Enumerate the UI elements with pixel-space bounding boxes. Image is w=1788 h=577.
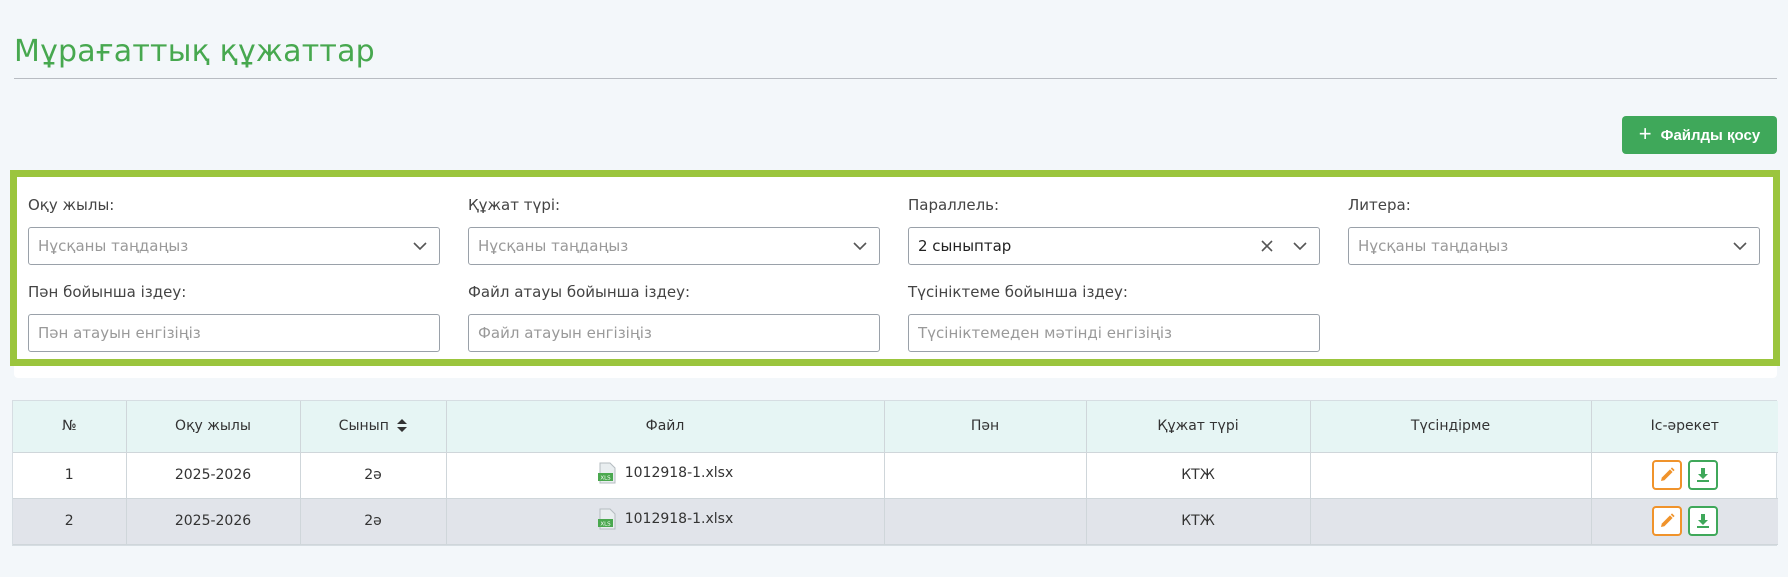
filter-letter-label: Литера:: [1348, 196, 1411, 214]
pencil-icon: [1660, 467, 1675, 481]
page-title: Мұрағаттық құжаттар: [14, 34, 375, 69]
filter-parallel-label: Параллель:: [908, 196, 1000, 214]
cell-class: 2ә: [300, 498, 447, 545]
filename-search-input[interactable]: [478, 324, 870, 342]
doc-type-select-placeholder: Нұсқаны таңдаңыз: [478, 237, 629, 255]
col-header-comment: Түсіндірме: [1310, 401, 1592, 453]
filter-year: Оқу жылы: Нұсқаны таңдаңыз: [28, 195, 440, 265]
filter-subject: Пән бойынша іздеу:: [28, 282, 440, 352]
cell-file: XLS 1012918-1.xlsx: [446, 498, 885, 545]
filter-year-label: Оқу жылы:: [28, 196, 115, 214]
filter-letter: Литера: Нұсқаны таңдаңыз: [1348, 195, 1760, 265]
table-row: 1 2025-2026 2ә XLS 1012918-1.xlsx КТЖ: [13, 452, 1778, 499]
title-divider: [14, 78, 1777, 79]
download-icon: [1696, 468, 1709, 482]
chevron-down-icon: [413, 242, 427, 251]
col-header-subject: Пән: [884, 401, 1087, 453]
col-header-class[interactable]: Сынып: [300, 401, 447, 453]
file-name: 1012918-1.xlsx: [624, 511, 734, 527]
comment-search-field[interactable]: [908, 314, 1320, 352]
file-name: 1012918-1.xlsx: [624, 465, 734, 481]
parallel-select[interactable]: 2 сыныптар: [908, 227, 1320, 265]
filter-subject-label: Пән бойынша іздеу:: [28, 283, 187, 301]
cell-doc-type: КТЖ: [1086, 498, 1311, 545]
parallel-select-value: 2 сыныптар: [918, 237, 1012, 255]
filter-doc-type: Құжат түрі: Нұсқаны таңдаңыз: [468, 195, 880, 265]
chevron-down-icon: [1733, 242, 1747, 251]
cell-actions: [1591, 452, 1778, 499]
cell-class: 2ә: [300, 452, 447, 499]
cell-num: 2: [13, 498, 127, 545]
cell-file: XLS 1012918-1.xlsx: [446, 452, 885, 499]
edit-button[interactable]: [1651, 460, 1682, 490]
table-row: 2 2025-2026 2ә XLS 1012918-1.xlsx КТЖ: [13, 498, 1778, 545]
col-header-doc-type: Құжат түрі: [1086, 401, 1311, 453]
cell-comment: [1310, 498, 1592, 545]
chevron-down-icon: [1293, 242, 1307, 251]
subject-search-input[interactable]: [38, 324, 430, 342]
documents-table: № Оқу жылы Сынып Файл Пән Құжат түрі Түс…: [12, 400, 1778, 546]
pencil-icon: [1660, 513, 1675, 527]
filter-doc-type-label: Құжат түрі:: [468, 196, 561, 214]
download-button[interactable]: [1687, 506, 1718, 536]
col-header-num: №: [13, 401, 127, 453]
filter-comment: Түсініктеме бойынша іздеу:: [908, 282, 1320, 352]
close-icon[interactable]: [1259, 238, 1275, 254]
edit-button[interactable]: [1651, 506, 1682, 536]
cell-num: 1: [13, 452, 127, 499]
svg-text:XLS: XLS: [600, 522, 611, 528]
letter-select-placeholder: Нұсқаны таңдаңыз: [1358, 237, 1509, 255]
cell-doc-type: КТЖ: [1086, 452, 1311, 499]
download-button[interactable]: [1687, 460, 1718, 490]
col-header-year: Оқу жылы: [126, 401, 301, 453]
file-link[interactable]: XLS 1012918-1.xlsx: [597, 508, 734, 530]
letter-select[interactable]: Нұсқаны таңдаңыз: [1348, 227, 1760, 265]
cell-subject: [884, 498, 1087, 545]
col-header-actions: Іс-әрекет: [1591, 401, 1778, 453]
filter-filename-label: Файл атауы бойынша іздеу:: [468, 283, 691, 301]
filters-panel: Оқу жылы: Нұсқаны таңдаңыз Құжат түрі: Н…: [10, 170, 1780, 366]
cell-year: 2025-2026: [126, 452, 301, 499]
filter-filename: Файл атауы бойынша іздеу:: [468, 282, 880, 352]
table-header-row: № Оқу жылы Сынып Файл Пән Құжат түрі Түс…: [13, 401, 1778, 453]
comment-search-input[interactable]: [918, 324, 1310, 342]
sort-icon[interactable]: [397, 419, 408, 433]
chevron-down-icon: [853, 242, 867, 251]
svg-text:XLS: XLS: [600, 476, 611, 482]
filter-parallel: Параллель: 2 сыныптар: [908, 195, 1320, 265]
col-header-file: Файл: [446, 401, 885, 453]
cell-subject: [884, 452, 1087, 499]
doc-type-select[interactable]: Нұсқаны таңдаңыз: [468, 227, 880, 265]
download-icon: [1696, 514, 1709, 528]
col-header-class-label: Сынып: [338, 418, 389, 435]
add-file-label: Файлды қосу: [1660, 126, 1761, 144]
cell-actions: [1591, 498, 1778, 545]
cell-comment: [1310, 452, 1592, 499]
subject-search-field[interactable]: [28, 314, 440, 352]
archive-documents-page: Мұрағаттық құжаттар + Файлды қосу Оқу жы…: [0, 0, 1788, 577]
file-link[interactable]: XLS 1012918-1.xlsx: [597, 462, 734, 484]
plus-icon: +: [1638, 121, 1652, 146]
xls-file-icon: XLS: [597, 508, 616, 530]
add-file-button[interactable]: + Файлды қосу: [1622, 116, 1777, 154]
filter-comment-label: Түсініктеме бойынша іздеу:: [908, 283, 1128, 301]
filename-search-field[interactable]: [468, 314, 880, 352]
cell-year: 2025-2026: [126, 498, 301, 545]
year-select-placeholder: Нұсқаны таңдаңыз: [38, 237, 189, 255]
year-select[interactable]: Нұсқаны таңдаңыз: [28, 227, 440, 265]
xls-file-icon: XLS: [597, 462, 616, 484]
